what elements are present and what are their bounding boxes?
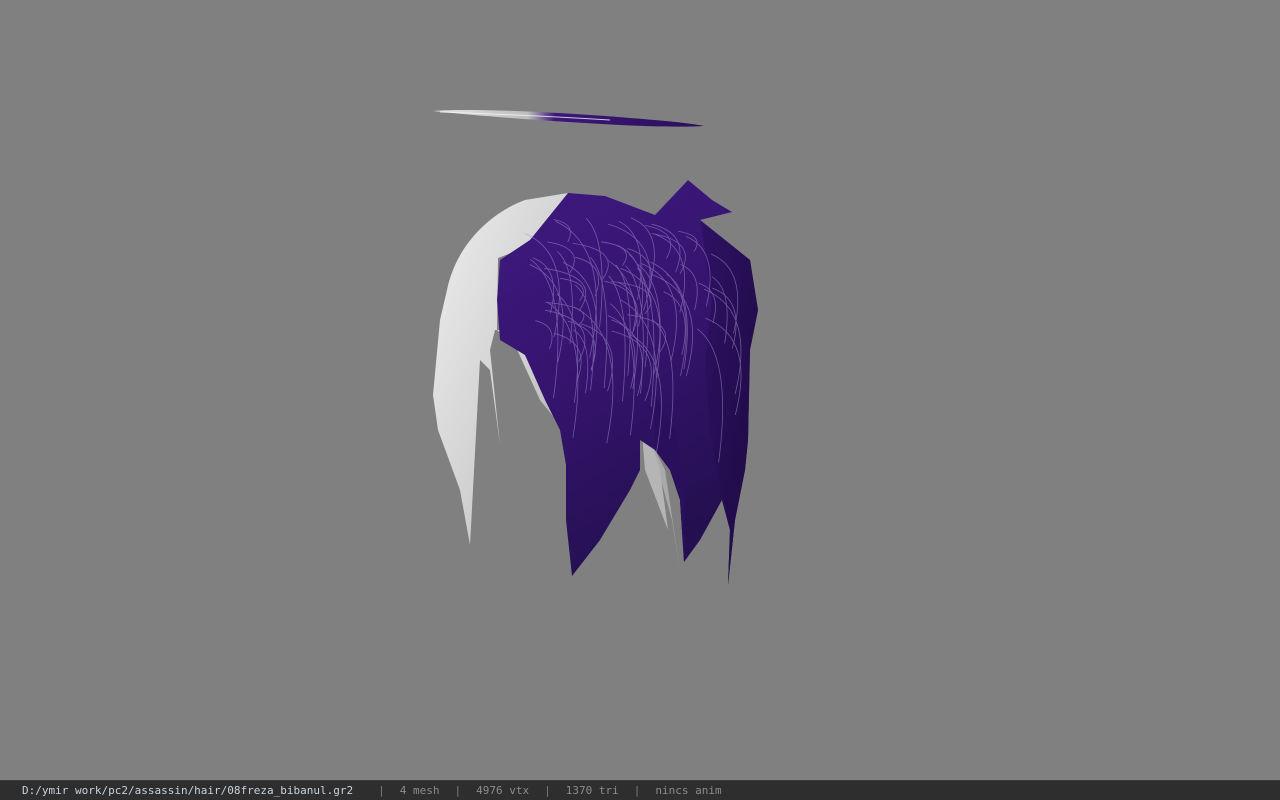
status-vertex-count: 4976 vtx [476,784,530,797]
model-render [0,0,1280,780]
status-file-path: D:/ymir work/pc2/assassin/hair/08freza_b… [22,784,354,797]
status-animation-state: nincs anim [655,784,722,797]
3d-viewport[interactable] [0,0,1280,780]
status-separator: | [454,784,462,797]
status-separator: | [378,784,385,797]
status-separator: | [544,784,551,797]
status-bar: D:/ymir work/pc2/assassin/hair/08freza_b… [0,780,1280,800]
status-mesh-count: 4 mesh [399,784,440,797]
status-triangle-count: 1370 tri [565,784,619,797]
status-separator: | [633,784,641,797]
